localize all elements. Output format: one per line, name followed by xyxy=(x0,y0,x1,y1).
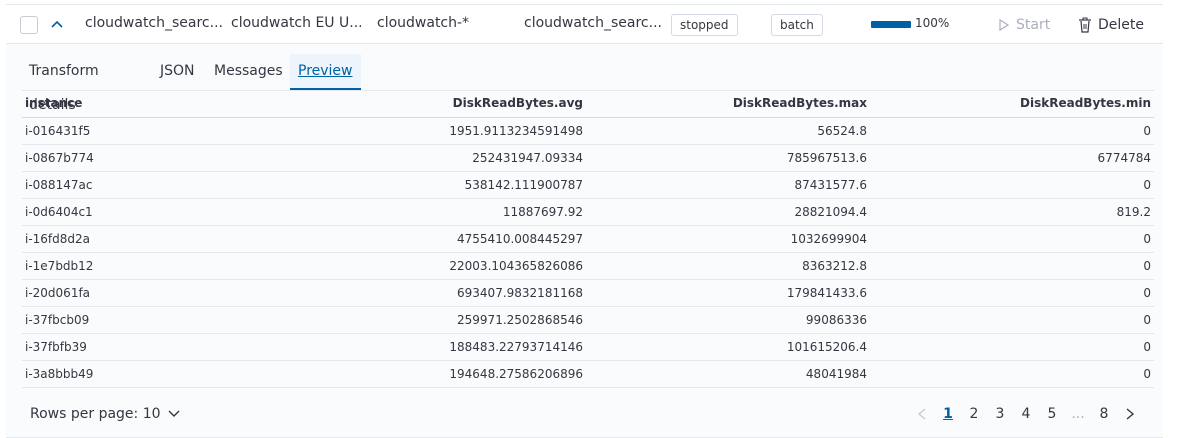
chevron-down-icon xyxy=(168,410,180,417)
table-cell: 4755410.008445297 xyxy=(457,232,583,246)
table-cell: 194648.27586206896 xyxy=(449,367,583,381)
tab-preview[interactable]: Preview xyxy=(290,54,361,90)
table-cell: 0 xyxy=(1143,124,1151,138)
table-cell: 8363212.8 xyxy=(802,259,867,273)
column-header-avg[interactable]: DiskReadBytes.avg xyxy=(453,96,583,110)
table-cell: i-3a8bbb49 xyxy=(25,367,94,381)
tab-messages[interactable]: Messages xyxy=(206,54,291,88)
table-cell: 259971.2502868546 xyxy=(457,313,583,327)
table-cell: 28821094.4 xyxy=(794,205,867,219)
transform-row: cloudwatch_searc... cloudwatch EU U... c… xyxy=(6,4,1163,44)
status-badge: stopped xyxy=(671,14,738,36)
delete-label: Delete xyxy=(1098,17,1144,33)
page-button[interactable]: 3 xyxy=(987,406,1013,422)
table-row: i-088147ac 538142.111900787 87431577.6 0 xyxy=(22,172,1154,199)
table-row: i-37fbfb39 188483.22793714146 101615206.4 0 xyxy=(22,334,1154,361)
table-cell: 0 xyxy=(1143,286,1151,300)
table-cell: 0 xyxy=(1143,367,1151,381)
table-row: i-16fd8d2a 4755410.008445297 1032699904 0 xyxy=(22,226,1154,253)
destination-index: cloudwatch_searc... xyxy=(524,15,662,31)
table-row: i-37fbcb09 259971.2502868546 99086336 0 xyxy=(22,307,1154,334)
delete-button[interactable]: Delete xyxy=(1078,14,1144,36)
table-cell: i-16fd8d2a xyxy=(25,232,91,246)
table-cell: 0 xyxy=(1143,259,1151,273)
table-cell: 819.2 xyxy=(1116,205,1151,219)
table-cell: i-1e7bdb12 xyxy=(25,259,94,273)
page-ellipsis: ... xyxy=(1071,406,1085,422)
table-row: i-016431f5 1951.9113234591498 56524.8 0 xyxy=(22,118,1154,145)
mode-badge: batch xyxy=(771,14,823,36)
table-row: i-0d6404c1 11887697.92 28821094.4 819.2 xyxy=(22,199,1154,226)
table-cell: 693407.9832181168 xyxy=(457,286,583,300)
table-cell: 101615206.4 xyxy=(786,340,867,354)
table-row: i-1e7bdb12 22003.104365826086 8363212.8 0 xyxy=(22,253,1154,280)
progress-label: 100% xyxy=(915,16,950,30)
table-cell: 1951.9113234591498 xyxy=(449,124,583,138)
rows-per-page-button[interactable]: Rows per page: 10 xyxy=(30,406,181,422)
page-button[interactable]: 4 xyxy=(1013,406,1039,422)
progress-bar xyxy=(871,21,911,28)
table-cell: 22003.104365826086 xyxy=(449,259,583,273)
page-list: 1 2 3 4 5... 8 xyxy=(935,406,1117,422)
table-cell: 11887697.92 xyxy=(502,205,583,219)
table-cell: i-37fbcb09 xyxy=(25,313,90,327)
column-header-max[interactable]: DiskReadBytes.max xyxy=(733,96,867,110)
table-cell: i-20d061fa xyxy=(25,286,91,300)
table-cell: 252431947.09334 xyxy=(472,151,583,165)
play-icon xyxy=(999,18,1010,32)
source-index: cloudwatch-* xyxy=(377,15,470,31)
table-cell: 179841433.6 xyxy=(786,286,867,300)
table-cell: i-0867b774 xyxy=(25,151,94,165)
table-row: i-0867b774 252431947.09334 785967513.6 6774… xyxy=(22,145,1154,172)
transform-details-panel: Transform details JSON Messages Preview … xyxy=(6,44,1163,438)
table-cell: 48041984 xyxy=(805,367,867,381)
table-body: i-016431f5 1951.9113234591498 56524.8 0 i-08… xyxy=(22,118,1154,388)
page-button[interactable]: 1 xyxy=(935,406,961,422)
table-cell: 56524.8 xyxy=(817,124,867,138)
rows-per-page-label: Rows per page: 10 xyxy=(30,406,161,422)
table-cell: 188483.22793714146 xyxy=(449,340,583,354)
table-header: instance DiskReadBytes.avg DiskReadBytes… xyxy=(22,90,1154,118)
page-button[interactable]: 5 xyxy=(1039,406,1065,422)
table-cell: 0 xyxy=(1143,340,1151,354)
table-cell: 0 xyxy=(1143,178,1151,192)
table-row: i-3a8bbb49 194648.27586206896 48041984 0 xyxy=(22,361,1154,388)
next-page-icon[interactable] xyxy=(1117,407,1143,421)
preview-table: instance DiskReadBytes.avg DiskReadBytes… xyxy=(22,90,1154,388)
page-button[interactable]: 8 xyxy=(1091,406,1117,422)
progress-fill xyxy=(871,21,911,28)
previous-page-icon[interactable] xyxy=(909,407,935,421)
column-header-instance[interactable]: instance xyxy=(25,96,82,110)
row-checkbox[interactable] xyxy=(20,16,38,34)
start-button[interactable]: Start xyxy=(998,14,1050,36)
column-header-min[interactable]: DiskReadBytes.min xyxy=(1020,96,1151,110)
page-button[interactable]: 2 xyxy=(961,406,987,422)
table-cell: i-088147ac xyxy=(25,178,93,192)
table-cell: 1032699904 xyxy=(790,232,867,246)
table-cell: 99086336 xyxy=(805,313,867,327)
table-cell: i-016431f5 xyxy=(25,124,91,138)
start-label: Start xyxy=(1016,17,1051,33)
table-cell: 0 xyxy=(1143,313,1151,327)
tab-json[interactable]: JSON xyxy=(152,54,203,88)
table-cell: i-0d6404c1 xyxy=(25,205,93,219)
pagination: 1 2 3 4 5... 8 xyxy=(909,406,1143,422)
transform-description: cloudwatch EU U... xyxy=(231,15,363,31)
table-cell: 0 xyxy=(1143,232,1151,246)
table-cell: 87431577.6 xyxy=(794,178,867,192)
trash-icon xyxy=(1079,17,1091,33)
table-cell: 785967513.6 xyxy=(786,151,867,165)
table-cell: i-37fbfb39 xyxy=(25,340,87,354)
chevron-up-icon[interactable] xyxy=(48,15,66,33)
transform-id[interactable]: cloudwatch_searc... xyxy=(85,15,223,31)
tab-transform-details[interactable]: Transform details xyxy=(21,54,107,113)
table-row: i-20d061fa 693407.9832181168 179841433.6 0 xyxy=(22,280,1154,307)
table-cell: 6774784 xyxy=(1097,151,1151,165)
table-cell: 538142.111900787 xyxy=(464,178,583,192)
